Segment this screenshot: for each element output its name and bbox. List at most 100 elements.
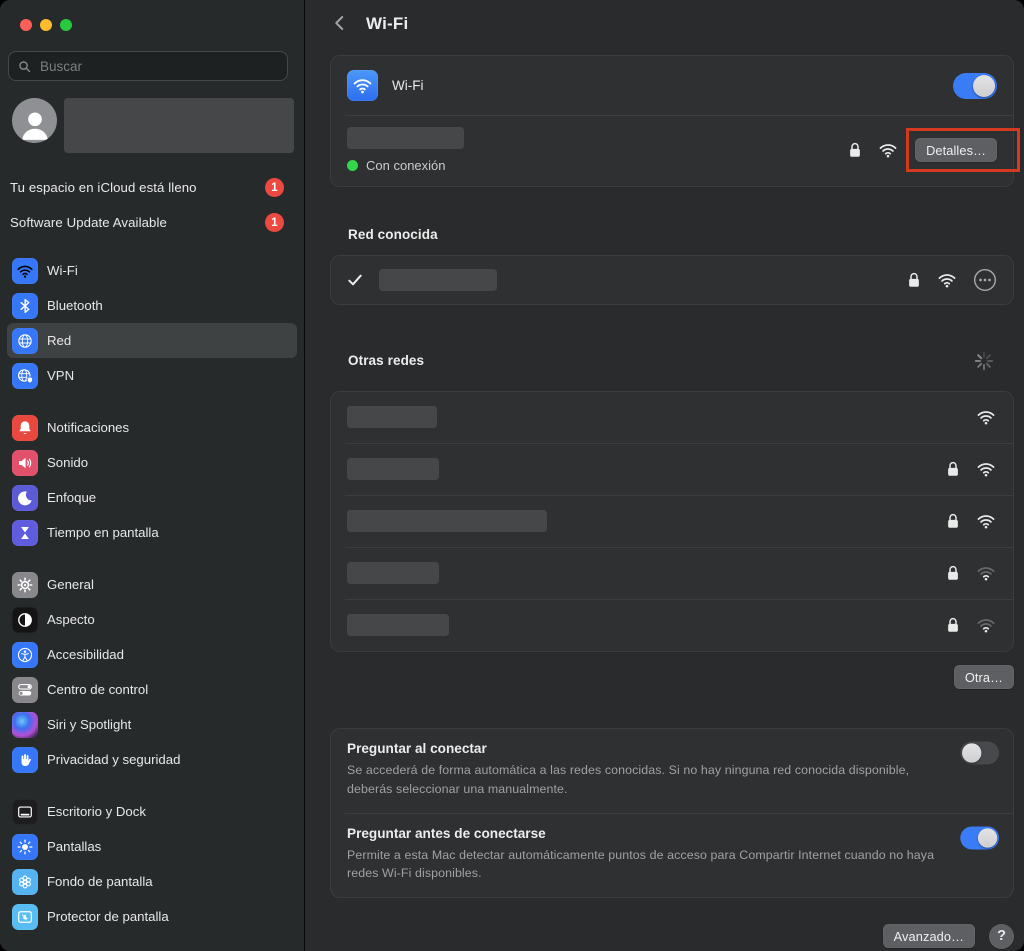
wifi-app-icon [347, 70, 378, 101]
bluetooth-icon [12, 293, 38, 319]
other-networks-heading: Otras redes [348, 353, 424, 368]
sidebar-group: Notificaciones Sonido Enfoque Tiempo en pan… [0, 410, 304, 550]
lock-icon [848, 141, 862, 159]
network-row[interactable] [331, 600, 1013, 651]
network-row-icons [946, 563, 997, 583]
help-button[interactable]: ? [989, 924, 1014, 949]
ask-before-connect-toggle[interactable] [960, 826, 999, 849]
wifi-toggle[interactable] [953, 73, 997, 99]
sidebar-item-protector-de-pantalla[interactable]: Protector de pantalla [7, 899, 297, 934]
sidebar-item-enfoque[interactable]: Enfoque [7, 480, 297, 515]
minimize-button[interactable] [40, 19, 52, 31]
redacted-network-name [379, 269, 497, 291]
globe-icon [12, 328, 38, 354]
speaker-icon [12, 450, 38, 476]
search-field[interactable] [8, 51, 288, 81]
wifi-signal-icon [975, 459, 997, 479]
back-button[interactable] [330, 14, 350, 34]
sidebar-item-accesibilidad[interactable]: Accesibilidad [7, 637, 297, 672]
alert-label: Tu espacio en iCloud está lleno [10, 180, 265, 195]
moon-icon [12, 485, 38, 511]
status-dot [347, 160, 358, 171]
connection-status: Con conexión [347, 158, 848, 173]
sidebar-item-centro-de-control[interactable]: Centro de control [7, 672, 297, 707]
sidebar-item-privacidad-y-seguridad[interactable]: Privacidad y seguridad [7, 742, 297, 777]
sidebar-item-siri-y-spotlight[interactable]: Siri y Spotlight [7, 707, 297, 742]
gear-icon [12, 572, 38, 598]
sidebar-group: Escritorio y Dock Pantallas Fondo de panta… [0, 794, 304, 934]
alert-item-0[interactable]: Tu espacio en iCloud está lleno1 [0, 170, 304, 205]
sidebar-item-wi-fi[interactable]: Wi-Fi [7, 253, 297, 288]
sidebar-item-sonido[interactable]: Sonido [7, 445, 297, 480]
advanced-button[interactable]: Avanzado… [883, 924, 975, 948]
notification-badge: 1 [265, 213, 284, 232]
options-card: Preguntar al conectar Se accederá de for… [330, 728, 1014, 897]
network-row-icons [848, 140, 899, 160]
sidebar-item-escritorio-y-dock[interactable]: Escritorio y Dock [7, 794, 297, 829]
option-title: Preguntar antes de conectarse [347, 826, 997, 841]
sidebar-item-aspecto[interactable]: Aspecto [7, 602, 297, 637]
check-icon [347, 272, 363, 288]
siri-icon [12, 712, 38, 738]
sidebar-item-red[interactable]: Red [7, 323, 297, 358]
sidebar-group: General AspectoAccesibilidad Centro de con… [0, 567, 304, 777]
redacted-network-name [347, 406, 437, 428]
redacted-network-name [347, 614, 449, 636]
sidebar-item-label: Pantallas [47, 839, 101, 854]
sidebar-item-notificaciones[interactable]: Notificaciones [7, 410, 297, 445]
loading-spinner-icon [972, 349, 996, 373]
sidebar-item-bluetooth[interactable]: Bluetooth [7, 288, 297, 323]
lock-icon [946, 460, 960, 478]
hourglass-icon [12, 520, 38, 546]
network-row-icons [975, 407, 997, 427]
sidebar-item-fondo-de-pantalla[interactable]: Fondo de pantalla [7, 864, 297, 899]
close-button[interactable] [20, 19, 32, 31]
sidebar-item-label: Notificaciones [47, 420, 129, 435]
more-options-icon[interactable] [973, 268, 997, 292]
toggle-knob [978, 828, 997, 847]
search-input[interactable] [38, 58, 279, 75]
other-button-row: Otra… [330, 665, 1014, 689]
network-row-icons [907, 268, 997, 292]
network-row[interactable] [331, 496, 1013, 547]
lock-icon [946, 512, 960, 530]
redacted-network-name [347, 458, 439, 480]
sidebar-item-label: Centro de control [47, 682, 148, 697]
user-profile[interactable] [12, 98, 304, 153]
network-row[interactable] [331, 548, 1013, 599]
sidebar-item-label: Bluetooth [47, 298, 103, 313]
details-button[interactable]: Detalles… [915, 138, 997, 162]
network-row[interactable] [331, 444, 1013, 495]
wifi-toggle-row: Wi-Fi [331, 56, 1013, 115]
option-title: Preguntar al conectar [347, 741, 997, 756]
globe-shield-icon [12, 363, 38, 389]
ask-to-join-toggle[interactable] [960, 742, 999, 765]
sidebar-item-label: General [47, 577, 94, 592]
zoom-button[interactable] [60, 19, 72, 31]
toggle-knob [962, 744, 981, 763]
option-row-ask-before-hotspot: Preguntar antes de conectarse Permite a … [331, 814, 1013, 897]
network-row-icons [946, 511, 997, 531]
alert-item-1[interactable]: Software Update Available1 [0, 205, 304, 240]
lock-icon [907, 271, 921, 289]
other-networks-heading-row: Otras redes [348, 342, 996, 379]
sidebar-item-general[interactable]: General [7, 567, 297, 602]
sidebar-item-pantallas[interactable]: Pantallas [7, 829, 297, 864]
sidebar-item-tiempo-en-pantalla[interactable]: Tiempo en pantalla [7, 515, 297, 550]
network-row[interactable] [331, 392, 1013, 443]
option-description: Se accederá de forma automática a las re… [347, 761, 947, 797]
sidebar: Tu espacio en iCloud está lleno1Software… [0, 0, 305, 951]
sidebar-item-label: Enfoque [47, 490, 96, 505]
lock-icon [946, 564, 960, 582]
sidebar-item-label: Fondo de pantalla [47, 874, 153, 889]
sidebar-item-vpn[interactable]: VPN [7, 358, 297, 393]
sidebar-item-label: Privacidad y seguridad [47, 752, 180, 767]
known-network-row[interactable] [331, 256, 1013, 304]
status-text: Con conexión [366, 158, 446, 173]
sidebar-item-label: VPN [47, 368, 74, 383]
wifi-signal-icon [975, 407, 997, 427]
sidebar-item-label: Siri y Spotlight [47, 717, 131, 732]
lock-icon [946, 616, 960, 634]
toggle-knob [973, 75, 995, 97]
other-network-button[interactable]: Otra… [954, 665, 1014, 689]
